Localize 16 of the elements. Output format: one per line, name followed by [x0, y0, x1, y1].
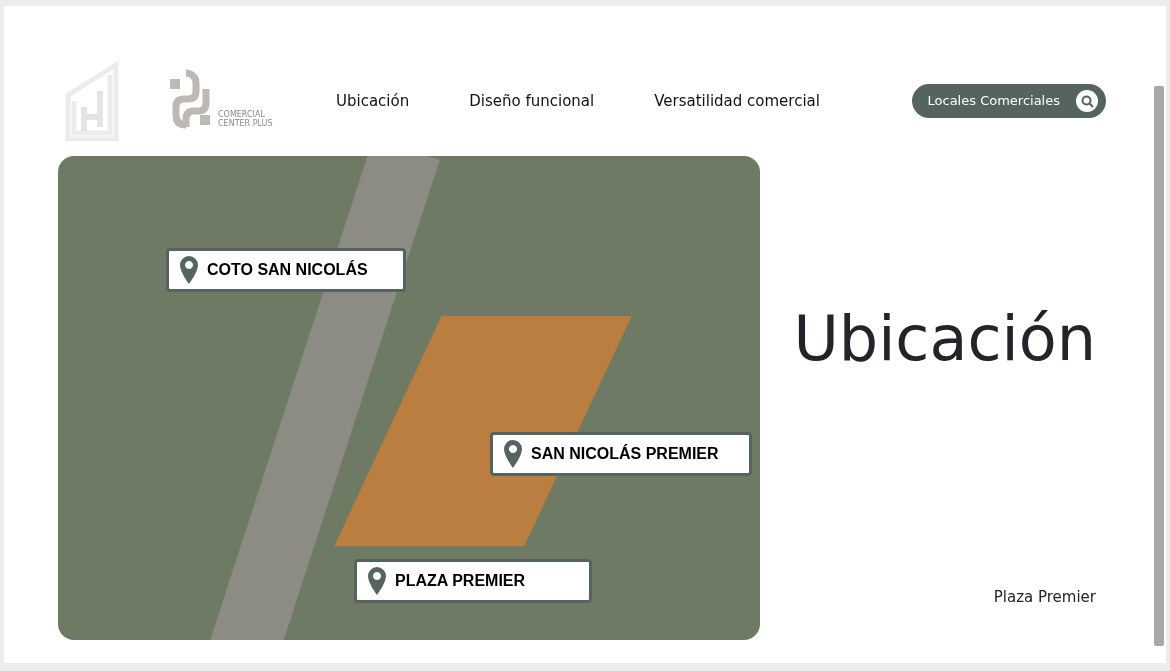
nav-link[interactable]: Ubicación — [336, 89, 410, 113]
section-heading: Ubicación — [793, 302, 1096, 377]
scrollbar[interactable] — [1154, 86, 1164, 646]
house-logo-icon — [64, 61, 120, 141]
location-name: SAN NICOLÁS PREMIER — [531, 445, 719, 463]
location-name: COTO SAN NICOLÁS — [207, 261, 368, 279]
search-icon — [1080, 94, 1094, 108]
map-pin-icon — [367, 566, 387, 596]
caption: Plaza Premier — [993, 587, 1096, 609]
location-name: PLAZA PREMIER — [395, 572, 526, 590]
logo-tagline: COMERCIAL CENTER PLUS — [218, 109, 274, 129]
map-pin-icon — [503, 439, 523, 469]
map-pin-icon — [179, 255, 199, 285]
nav-link[interactable]: Diseño funcional — [469, 89, 595, 113]
nav-link[interactable]: Versatilidad comercial — [654, 89, 820, 113]
search-button[interactable]: Locales Comerciales — [911, 84, 1106, 118]
